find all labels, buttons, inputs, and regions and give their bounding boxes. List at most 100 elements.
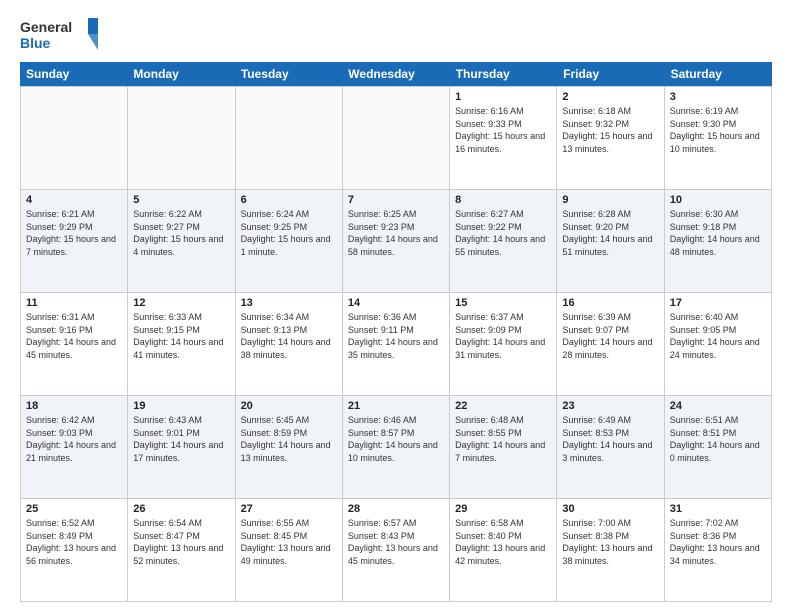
- day-info: Sunrise: 6:19 AMSunset: 9:30 PMDaylight:…: [670, 105, 766, 155]
- weekday-header: Tuesday: [235, 62, 342, 86]
- day-cell: 14 Sunrise: 6:36 AMSunset: 9:11 PMDayligh…: [343, 293, 450, 395]
- day-number: 3: [670, 91, 766, 103]
- day-info: Sunrise: 6:25 AMSunset: 9:23 PMDaylight:…: [348, 208, 444, 258]
- day-number: 18: [26, 400, 122, 412]
- day-cell: 12 Sunrise: 6:33 AMSunset: 9:15 PMDayligh…: [128, 293, 235, 395]
- day-info: Sunrise: 6:34 AMSunset: 9:13 PMDaylight:…: [241, 311, 337, 361]
- day-cell: 24 Sunrise: 6:51 AMSunset: 8:51 PMDayligh…: [665, 396, 772, 498]
- day-info: Sunrise: 6:37 AMSunset: 9:09 PMDaylight:…: [455, 311, 551, 361]
- day-number: 23: [562, 400, 658, 412]
- day-cell: 20 Sunrise: 6:45 AMSunset: 8:59 PMDayligh…: [236, 396, 343, 498]
- day-cell: 18Sunrise: 6:42 AMSunset: 9:03 PMDayligh…: [21, 396, 128, 498]
- day-info: Sunrise: 6:21 AMSunset: 9:29 PMDaylight:…: [26, 208, 122, 258]
- day-info: Sunrise: 6:16 AMSunset: 9:33 PMDaylight:…: [455, 105, 551, 155]
- day-number: 12: [133, 297, 229, 309]
- day-cell: 10Sunrise: 6:30 AMSunset: 9:18 PMDayligh…: [665, 190, 772, 292]
- day-number: 22: [455, 400, 551, 412]
- calendar-header: SundayMondayTuesdayWednesdayThursdayFrid…: [20, 62, 772, 86]
- day-info: Sunrise: 6:24 AMSunset: 9:25 PMDaylight:…: [241, 208, 337, 258]
- day-cell: 21 Sunrise: 6:46 AMSunset: 8:57 PMDayligh…: [343, 396, 450, 498]
- day-cell: 5Sunrise: 6:22 AMSunset: 9:27 PMDaylight…: [128, 190, 235, 292]
- day-info: Sunrise: 6:43 AMSunset: 9:01 PMDaylight:…: [133, 414, 229, 464]
- weekday-header: Wednesday: [342, 62, 449, 86]
- day-info: Sunrise: 6:58 AMSunset: 8:40 PMDaylight:…: [455, 517, 551, 567]
- calendar: SundayMondayTuesdayWednesdayThursdayFrid…: [20, 62, 772, 602]
- calendar-row: 18Sunrise: 6:42 AMSunset: 9:03 PMDayligh…: [21, 396, 772, 499]
- weekday-header: Thursday: [450, 62, 557, 86]
- day-number: 28: [348, 503, 444, 515]
- page-header: General Blue: [20, 16, 772, 52]
- day-cell: 11Sunrise: 6:31 AMSunset: 9:16 PMDayligh…: [21, 293, 128, 395]
- day-number: 26: [133, 503, 229, 515]
- day-number: 8: [455, 194, 551, 206]
- day-number: 14: [348, 297, 444, 309]
- day-cell: 13Sunrise: 6:34 AMSunset: 9:13 PMDayligh…: [236, 293, 343, 395]
- day-number: 21: [348, 400, 444, 412]
- day-number: 6: [241, 194, 337, 206]
- day-info: Sunrise: 6:40 AMSunset: 9:05 PMDaylight:…: [670, 311, 766, 361]
- calendar-row: 25 Sunrise: 6:52 AMSunset: 8:49 PMDayligh…: [21, 499, 772, 602]
- day-cell: 2Sunrise: 6:18 AMSunset: 9:32 PMDaylight…: [557, 87, 664, 189]
- day-cell: 22 Sunrise: 6:48 AMSunset: 8:55 PMDayligh…: [450, 396, 557, 498]
- calendar-row: 11Sunrise: 6:31 AMSunset: 9:16 PMDayligh…: [21, 293, 772, 396]
- day-info: Sunrise: 6:31 AMSunset: 9:16 PMDaylight:…: [26, 311, 122, 361]
- day-cell: 23 Sunrise: 6:49 AMSunset: 8:53 PMDayligh…: [557, 396, 664, 498]
- day-cell: 16 Sunrise: 6:39 AMSunset: 9:07 PMDayligh…: [557, 293, 664, 395]
- empty-cell: [343, 87, 450, 189]
- svg-text:General: General: [20, 19, 72, 35]
- day-info: Sunrise: 6:36 AMSunset: 9:11 PMDaylight:…: [348, 311, 444, 361]
- day-number: 15: [455, 297, 551, 309]
- svg-text:Blue: Blue: [20, 35, 51, 51]
- day-number: 30: [562, 503, 658, 515]
- day-number: 2: [562, 91, 658, 103]
- day-cell: 30 Sunrise: 7:00 AMSunset: 8:38 PMDayligh…: [557, 499, 664, 601]
- day-info: Sunrise: 6:27 AMSunset: 9:22 PMDaylight:…: [455, 208, 551, 258]
- calendar-body: 1 Sunrise: 6:16 AMSunset: 9:33 PMDaylight…: [20, 86, 772, 602]
- logo-svg: General Blue: [20, 16, 100, 52]
- day-info: Sunrise: 6:51 AMSunset: 8:51 PMDaylight:…: [670, 414, 766, 464]
- weekday-header: Saturday: [665, 62, 772, 86]
- day-info: Sunrise: 6:30 AMSunset: 9:18 PMDaylight:…: [670, 208, 766, 258]
- day-info: Sunrise: 6:57 AMSunset: 8:43 PMDaylight:…: [348, 517, 444, 567]
- weekday-header: Monday: [127, 62, 234, 86]
- day-cell: 19Sunrise: 6:43 AMSunset: 9:01 PMDayligh…: [128, 396, 235, 498]
- day-number: 20: [241, 400, 337, 412]
- logo: General Blue: [20, 16, 100, 52]
- day-info: Sunrise: 6:45 AMSunset: 8:59 PMDaylight:…: [241, 414, 337, 464]
- day-number: 31: [670, 503, 766, 515]
- day-cell: 3 Sunrise: 6:19 AMSunset: 9:30 PMDaylight…: [665, 87, 772, 189]
- day-number: 27: [241, 503, 337, 515]
- day-number: 24: [670, 400, 766, 412]
- day-info: Sunrise: 6:39 AMSunset: 9:07 PMDaylight:…: [562, 311, 658, 361]
- day-cell: 28 Sunrise: 6:57 AMSunset: 8:43 PMDayligh…: [343, 499, 450, 601]
- day-cell: 9Sunrise: 6:28 AMSunset: 9:20 PMDaylight…: [557, 190, 664, 292]
- day-number: 25: [26, 503, 122, 515]
- day-cell: 29 Sunrise: 6:58 AMSunset: 8:40 PMDayligh…: [450, 499, 557, 601]
- empty-cell: [21, 87, 128, 189]
- empty-cell: [236, 87, 343, 189]
- day-info: Sunrise: 6:49 AMSunset: 8:53 PMDaylight:…: [562, 414, 658, 464]
- day-info: Sunrise: 6:46 AMSunset: 8:57 PMDaylight:…: [348, 414, 444, 464]
- day-number: 17: [670, 297, 766, 309]
- day-info: Sunrise: 6:55 AMSunset: 8:45 PMDaylight:…: [241, 517, 337, 567]
- day-cell: 27 Sunrise: 6:55 AMSunset: 8:45 PMDayligh…: [236, 499, 343, 601]
- day-cell: 31 Sunrise: 7:02 AMSunset: 8:36 PMDayligh…: [665, 499, 772, 601]
- day-info: Sunrise: 6:48 AMSunset: 8:55 PMDaylight:…: [455, 414, 551, 464]
- day-number: 1: [455, 91, 551, 103]
- weekday-header: Sunday: [20, 62, 127, 86]
- day-number: 16: [562, 297, 658, 309]
- day-info: Sunrise: 6:28 AMSunset: 9:20 PMDaylight:…: [562, 208, 658, 258]
- day-cell: 1 Sunrise: 6:16 AMSunset: 9:33 PMDaylight…: [450, 87, 557, 189]
- day-info: Sunrise: 6:54 AMSunset: 8:47 PMDaylight:…: [133, 517, 229, 567]
- weekday-header: Friday: [557, 62, 664, 86]
- day-info: Sunrise: 6:33 AMSunset: 9:15 PMDaylight:…: [133, 311, 229, 361]
- day-cell: 6 Sunrise: 6:24 AMSunset: 9:25 PMDaylight…: [236, 190, 343, 292]
- calendar-row: 1 Sunrise: 6:16 AMSunset: 9:33 PMDaylight…: [21, 87, 772, 190]
- day-cell: 26 Sunrise: 6:54 AMSunset: 8:47 PMDayligh…: [128, 499, 235, 601]
- day-cell: 25 Sunrise: 6:52 AMSunset: 8:49 PMDayligh…: [21, 499, 128, 601]
- day-number: 29: [455, 503, 551, 515]
- day-info: Sunrise: 6:52 AMSunset: 8:49 PMDaylight:…: [26, 517, 122, 567]
- day-info: Sunrise: 7:02 AMSunset: 8:36 PMDaylight:…: [670, 517, 766, 567]
- day-cell: 7Sunrise: 6:25 AMSunset: 9:23 PMDaylight…: [343, 190, 450, 292]
- day-info: Sunrise: 7:00 AMSunset: 8:38 PMDaylight:…: [562, 517, 658, 567]
